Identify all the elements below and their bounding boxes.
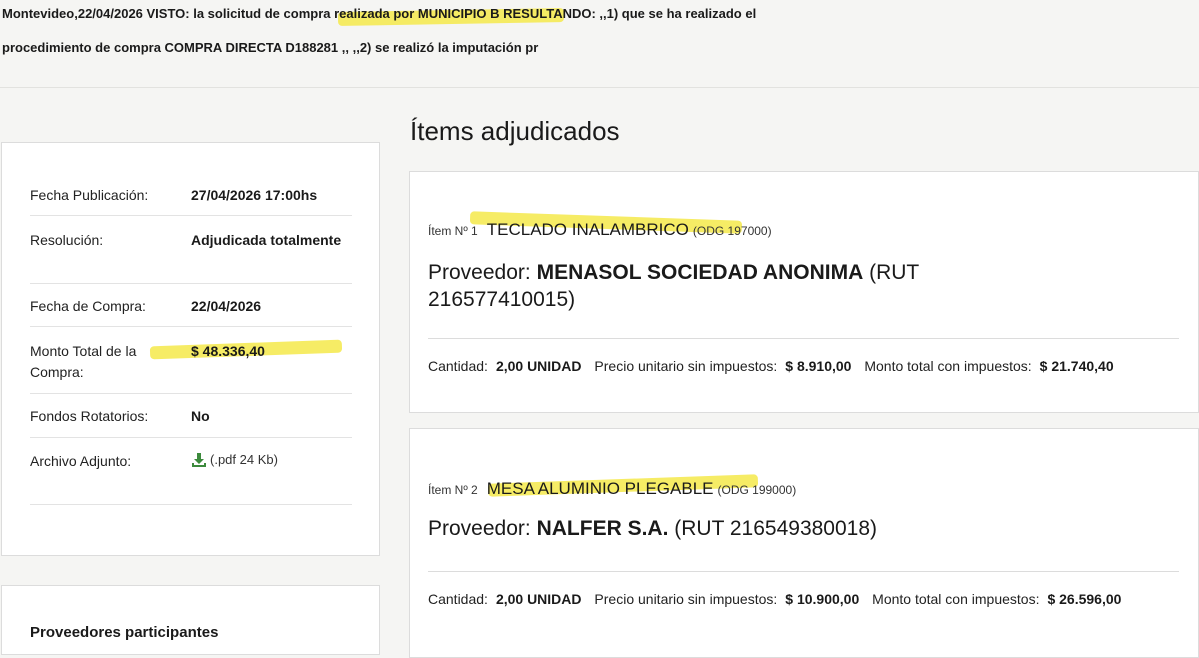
provider-name: MENASOL SOCIEDAD ANONIMA xyxy=(536,261,864,284)
info-row-purchase-date: Fecha de Compra: 22/04/2026 xyxy=(30,296,352,327)
providers-title: Proveedores participantes xyxy=(30,624,219,641)
item-odg: (ODG 197000) xyxy=(692,224,772,238)
description-line-2: procedimiento de compra COMPRA DIRECTA D… xyxy=(2,40,539,55)
divider xyxy=(428,338,1179,339)
item-quantities: Cantidad: 2,00 UNIDAD Precio unitario sin… xyxy=(428,358,1123,374)
unit-price-label: Precio unitario sin impuestos: xyxy=(594,358,778,374)
provider-prefix: Proveedor: xyxy=(428,261,531,284)
unit-price-value: $ 8.910,00 xyxy=(785,358,852,374)
provider-rut: (RUT 216549380018) xyxy=(674,517,878,540)
item-heading: Ítem Nº 1 TECLADO INALAMBRICO (ODG 19700… xyxy=(428,220,772,240)
item-odg: (ODG 199000) xyxy=(717,483,797,497)
quantity-value: 2,00 UNIDAD xyxy=(495,591,582,607)
info-row-publication-date: Fecha Publicación: 27/04/2026 17:00hs xyxy=(30,185,352,216)
resolution-description: Montevideo,22/04/2026 VISTO: la solicitu… xyxy=(0,0,1199,88)
total-value: $ 21.740,40 xyxy=(1039,358,1114,374)
unit-price-value: $ 10.900,00 xyxy=(785,591,860,607)
participating-providers-card: Proveedores participantes xyxy=(1,585,380,655)
info-row-attachment: Archivo Adjunto: (.pdf 24 Kb) xyxy=(30,451,352,505)
item-name: MESA ALUMINIO PLEGABLE xyxy=(486,479,714,498)
info-label: Monto Total de la Compra: xyxy=(30,343,137,380)
info-value: No xyxy=(191,408,210,424)
awarded-items-title: Ítems adjudicados xyxy=(410,116,620,146)
info-label: Fondos Rotatorios: xyxy=(30,408,149,424)
info-value: Adjudicada totalmente xyxy=(191,232,342,248)
quantity-label: Cantidad: xyxy=(428,358,488,374)
item-name: TECLADO INALAMBRICO xyxy=(486,220,689,239)
quantity-value: 2,00 UNIDAD xyxy=(495,358,582,374)
total-label: Monto total con impuestos: xyxy=(872,591,1040,607)
info-row-total-amount: Monto Total de la Compra: $ 48.336,40 xyxy=(30,339,352,394)
info-row-resolution: Resolución: Adjudicada totalmente xyxy=(30,230,352,284)
divider xyxy=(428,571,1179,572)
provider-prefix: Proveedor: xyxy=(428,517,531,540)
attachment-size[interactable]: (.pdf 24 Kb) xyxy=(210,449,278,470)
item-number: Ítem Nº 2 xyxy=(428,483,478,497)
info-value: 22/04/2026 xyxy=(191,298,262,314)
unit-price-label: Precio unitario sin impuestos: xyxy=(594,591,778,607)
total-label: Monto total con impuestos: xyxy=(864,358,1032,374)
description-line-1: Montevideo,22/04/2026 VISTO: la solicitu… xyxy=(2,6,757,21)
info-label: Archivo Adjunto: xyxy=(30,453,132,469)
item-provider: Proveedor: MENASOL SOCIEDAD ANONIMA (RUT… xyxy=(428,259,988,313)
info-label: Fecha Publicación: xyxy=(30,187,149,203)
item-heading: Ítem Nº 2 MESA ALUMINIO PLEGABLE (ODG 19… xyxy=(428,479,796,499)
info-label: Fecha de Compra: xyxy=(30,298,146,314)
awarded-item-card: Ítem Nº 1 TECLADO INALAMBRICO (ODG 19700… xyxy=(409,171,1199,413)
item-provider: Proveedor: NALFER S.A. (RUT 216549380018… xyxy=(428,515,988,542)
info-value: 27/04/2026 17:00hs xyxy=(191,187,318,203)
item-quantities: Cantidad: 2,00 UNIDAD Precio unitario sin… xyxy=(428,591,1130,607)
awarded-item-card: Ítem Nº 2 MESA ALUMINIO PLEGABLE (ODG 19… xyxy=(409,428,1199,658)
info-row-revolving-funds: Fondos Rotatorios: No xyxy=(30,406,352,438)
info-label: Resolución: xyxy=(30,232,104,248)
total-value: $ 26.596,00 xyxy=(1047,591,1122,607)
download-icon[interactable] xyxy=(191,452,207,468)
item-number: Ítem Nº 1 xyxy=(428,224,478,238)
info-value: $ 48.336,40 xyxy=(191,343,265,359)
quantity-label: Cantidad: xyxy=(428,591,488,607)
purchase-info-card: Fecha Publicación: 27/04/2026 17:00hs Re… xyxy=(1,142,380,556)
provider-name: NALFER S.A. xyxy=(536,517,669,540)
attachment-link[interactable]: (.pdf 24 Kb) xyxy=(191,449,351,470)
